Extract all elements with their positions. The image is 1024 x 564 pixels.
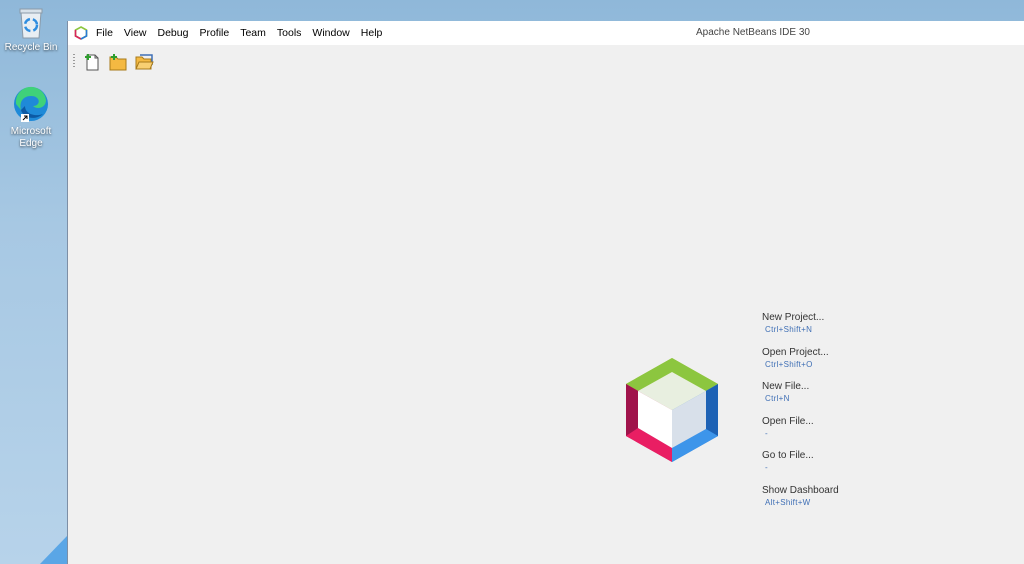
action-shortcut: Ctrl+Shift+N [765,325,813,334]
main-toolbar [68,45,1024,77]
new-file-icon [85,54,99,71]
action-label[interactable]: New Project... [762,311,932,324]
action-label[interactable]: Go to File... [762,449,932,462]
menu-profile[interactable]: Profile [195,27,233,39]
action-new-file[interactable]: New File... Ctrl+N [762,380,932,415]
menu-file[interactable]: File [92,27,117,39]
netbeans-app-icon [74,26,88,40]
action-shortcut: - [765,463,768,472]
action-label[interactable]: New File... [762,380,932,393]
menu-view[interactable]: View [120,27,151,39]
menu-team[interactable]: Team [236,27,270,39]
window-title: Apache NetBeans IDE 30 [696,27,810,38]
action-new-project[interactable]: New Project... Ctrl+Shift+N [762,311,932,346]
recycle-bin-icon [19,8,43,39]
action-shortcut: Alt+Shift+W [765,497,811,507]
netbeans-logo [626,358,718,462]
action-shortcut: Ctrl+N [765,394,790,403]
edge-label: Microsoft Edge [10,126,52,149]
edge-desktop-icon[interactable]: Microsoft Edge [0,84,62,150]
action-label[interactable]: Open Project... [762,346,932,359]
action-go-to-file[interactable]: Go to File... - [762,449,932,484]
netbeans-window: File View Debug Profile Team Tools Windo… [67,21,1024,564]
menu-debug[interactable]: Debug [154,27,193,39]
menu-bar: File View Debug Profile Team Tools Windo… [92,21,389,45]
recycle-bin-label: Recycle Bin [4,42,58,53]
action-label[interactable]: Open File... [762,415,932,428]
action-show-dashboard[interactable]: Show Dashboard Alt+Shift+W [762,484,932,519]
new-project-icon [109,54,127,71]
new-project-button[interactable] [108,52,128,72]
menu-window[interactable]: Window [308,27,353,39]
open-project-icon [135,54,154,70]
toolbar-grip[interactable] [73,54,75,68]
menu-tools[interactable]: Tools [273,27,306,39]
new-file-button[interactable] [82,52,102,72]
recycle-bin-desktop-icon[interactable]: Recycle Bin [0,6,62,54]
action-open-project[interactable]: Open Project... Ctrl+Shift+O [762,346,932,381]
menu-help[interactable]: Help [357,27,387,39]
action-shortcut: Ctrl+Shift+O [765,359,813,369]
desktop-wallpaper-accent [40,536,67,564]
action-shortcut: - [765,428,768,438]
action-label[interactable]: Show Dashboard [762,484,932,497]
edge-icon [14,86,48,122]
action-open-file[interactable]: Open File... - [762,415,932,450]
open-project-button[interactable] [134,52,154,72]
welcome-actions: New Project... Ctrl+Shift+N Open Project… [762,311,932,518]
title-bar: File View Debug Profile Team Tools Windo… [68,21,1024,45]
